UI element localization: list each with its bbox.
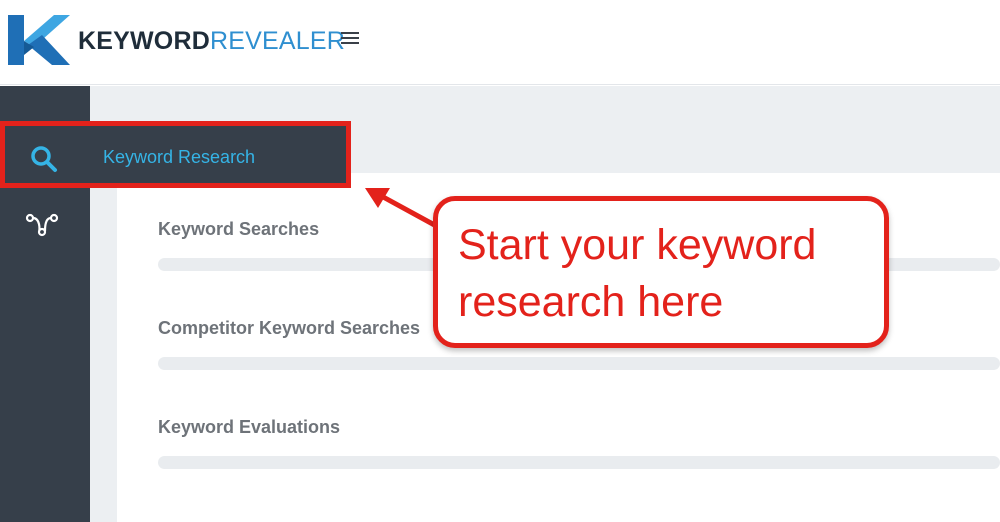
brand-wordmark[interactable]: KEYWORDREVEALER (78, 26, 345, 56)
section-title-competitor-keyword-searches: Competitor Keyword Searches (158, 318, 421, 338)
hamburger-menu-icon[interactable] (341, 29, 361, 47)
top-bar: KEYWORDREVEALER (0, 0, 1000, 85)
callout-line-2: research here (458, 278, 724, 326)
sidebar-item-keyword-research[interactable]: Keyword Research (0, 121, 350, 187)
brand-name-bold: KEYWORD (78, 27, 210, 55)
competitor-searches-progress-bar (158, 357, 1000, 370)
brand-name-light: REVEALER (209, 27, 345, 55)
annotation-callout-text: Start your keyword research here (458, 217, 878, 331)
search-icon (31, 146, 57, 172)
keyword-evaluations-progress-bar (158, 456, 1000, 469)
sidebar-item-label: Keyword Research (103, 147, 256, 167)
flow-network-icon[interactable] (24, 210, 60, 242)
callout-line-1: Start your keyword (458, 221, 817, 269)
keyword-revealer-logo-icon[interactable] (8, 11, 70, 69)
annotation-callout: Start your keyword research here (433, 196, 889, 348)
section-title-keyword-searches: Keyword Searches (158, 219, 320, 239)
section-title-keyword-evaluations: Keyword Evaluations (158, 417, 341, 437)
